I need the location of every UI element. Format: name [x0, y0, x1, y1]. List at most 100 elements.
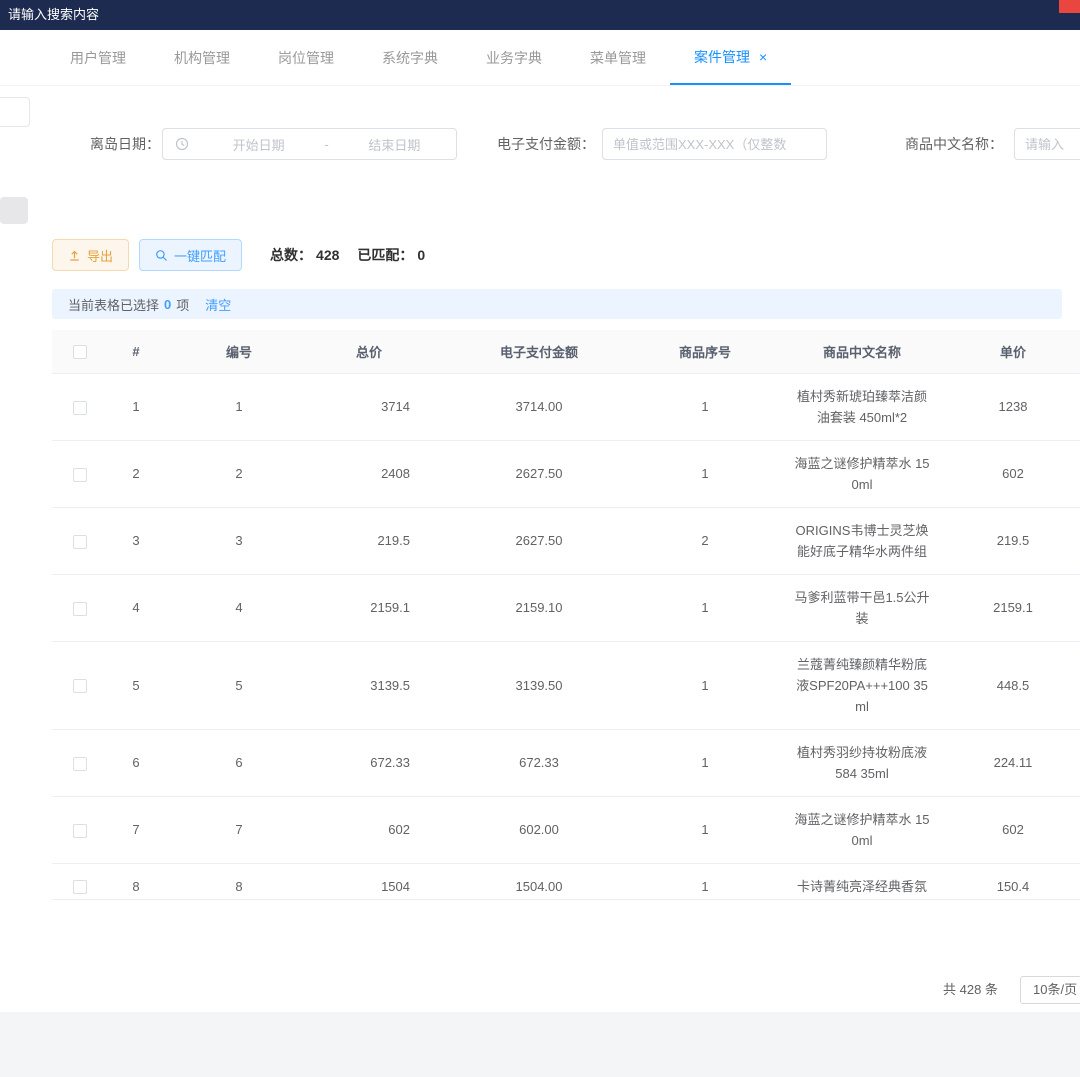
cell-index: 2 [108, 440, 164, 507]
cell-total-price: 3139.5 [314, 641, 424, 729]
header-index: # [108, 330, 164, 373]
page-size-select[interactable]: 10条/页 [1020, 976, 1080, 1004]
table-header-row: # 编号 总价 电子支付金额 商品序号 商品中文名称 单价 [52, 330, 1080, 373]
row-checkbox[interactable] [73, 757, 87, 771]
matched-value: 0 [417, 247, 425, 263]
cell-total-price: 2159.1 [314, 574, 424, 641]
cell-unit-price: 602 [968, 796, 1080, 863]
row-checkbox[interactable] [73, 880, 87, 894]
tab-item[interactable]: 岗位管理 [254, 30, 358, 85]
filter-amount-label: 电子支付金额： [497, 128, 595, 160]
cell-total-price: 3714 [314, 373, 424, 440]
cell-product-seq: 1 [654, 641, 756, 729]
cell-index: 4 [108, 574, 164, 641]
row-checkbox-cell [52, 440, 108, 507]
data-table: # 编号 总价 电子支付金额 商品序号 商品中文名称 单价 1 1 3714 3… [52, 330, 1080, 900]
product-name-input[interactable] [1014, 128, 1080, 160]
date-end-placeholder[interactable]: 结束日期 [333, 135, 456, 154]
table-row: 1 1 3714 3714.00 1 植村秀新琥珀臻萃洁颜油套装 450ml*2… [52, 373, 1080, 440]
row-checkbox[interactable] [73, 824, 87, 838]
select-all-checkbox[interactable] [73, 345, 87, 359]
tab-label: 菜单管理 [590, 48, 646, 68]
pagination-total-text: 共 428 条 [943, 974, 998, 1006]
tab-item[interactable]: 案件管理 × [670, 30, 791, 85]
toolbar: 导出 一键匹配 总数：428已匹配：0 [52, 239, 425, 271]
row-checkbox-cell [52, 641, 108, 729]
header-unit-price: 单价 [968, 330, 1080, 373]
cell-total-price: 602 [314, 796, 424, 863]
selection-bar: 当前表格已选择 0 项 清空 [52, 289, 1062, 319]
cell-product-seq: 1 [654, 796, 756, 863]
cell-unit-price: 150.4 [968, 863, 1080, 900]
tab-label: 岗位管理 [278, 48, 334, 68]
one-click-match-button[interactable]: 一键匹配 [139, 239, 242, 271]
tab-item[interactable]: 菜单管理 [566, 30, 670, 85]
cell-epay-amount: 2159.10 [424, 574, 654, 641]
selection-count: 0 [164, 297, 171, 312]
top-search-placeholder: 请输入搜索内容 [8, 0, 99, 30]
tab-item[interactable]: 机构管理 [150, 30, 254, 85]
cell-code: 7 [164, 796, 314, 863]
header-product-seq: 商品序号 [654, 330, 756, 373]
row-checkbox-cell [52, 574, 108, 641]
export-button-label: 导出 [87, 246, 113, 265]
tab-close-icon[interactable]: × [759, 49, 767, 65]
cell-epay-amount: 3714.00 [424, 373, 654, 440]
header-code: 编号 [164, 330, 314, 373]
cell-code: 5 [164, 641, 314, 729]
collapsed-panel-handle[interactable] [0, 97, 30, 127]
cell-unit-price: 224.11 [968, 729, 1080, 796]
filter-product-name-label: 商品中文名称： [905, 128, 1003, 160]
selection-prefix: 当前表格已选择 [68, 295, 159, 314]
cell-product-name: 马爹利蓝带干邑1.5公升装 [756, 574, 968, 641]
tab-item[interactable]: 系统字典 [358, 30, 462, 85]
cell-code: 8 [164, 863, 314, 900]
export-button[interactable]: 导出 [52, 239, 129, 271]
total-value: 428 [316, 247, 339, 263]
cell-product-seq: 1 [654, 373, 756, 440]
table-body: 1 1 3714 3714.00 1 植村秀新琥珀臻萃洁颜油套装 450ml*2… [52, 373, 1080, 900]
search-icon [155, 249, 168, 262]
date-start-placeholder[interactable]: 开始日期 [197, 135, 320, 154]
amount-input[interactable] [602, 128, 827, 160]
cell-total-price: 219.5 [314, 507, 424, 574]
tab-item[interactable]: 业务字典 [462, 30, 566, 85]
row-checkbox[interactable] [73, 535, 87, 549]
cell-code: 4 [164, 574, 314, 641]
clear-selection-link[interactable]: 清空 [205, 295, 231, 314]
left-scrollbar-thumb[interactable] [0, 197, 28, 224]
row-checkbox[interactable] [73, 602, 87, 616]
export-icon [68, 249, 81, 262]
cell-code: 3 [164, 507, 314, 574]
tab-label: 用户管理 [70, 48, 126, 68]
cell-code: 1 [164, 373, 314, 440]
matched-label: 已匹配： [357, 247, 413, 263]
date-range-picker[interactable]: 开始日期 - 结束日期 [162, 128, 457, 160]
cell-product-seq: 1 [654, 440, 756, 507]
tab-item[interactable]: 用户管理 [46, 30, 150, 85]
header-epay-amount: 电子支付金额 [424, 330, 654, 373]
filter-date-label: 离岛日期： [90, 128, 160, 160]
top-search-bar[interactable]: 请输入搜索内容 [0, 0, 1080, 30]
tab-label: 业务字典 [486, 48, 542, 68]
content-panel: 离岛日期： 开始日期 - 结束日期 电子支付金额： 商品中文名称： 导出 一键匹… [30, 86, 1080, 1012]
row-checkbox-cell [52, 796, 108, 863]
row-checkbox-cell [52, 373, 108, 440]
totals-text: 总数：428已匹配：0 [270, 245, 425, 265]
cell-unit-price: 2159.1 [968, 574, 1080, 641]
cell-index: 3 [108, 507, 164, 574]
header-checkbox-cell [52, 330, 108, 373]
table-row: 7 7 602 602.00 1 海蓝之谜修护精萃水 150ml 602 [52, 796, 1080, 863]
row-checkbox[interactable] [73, 468, 87, 482]
clock-icon [175, 137, 189, 151]
cell-product-name: 海蓝之谜修护精萃水 150ml [756, 440, 968, 507]
row-checkbox[interactable] [73, 679, 87, 693]
cell-unit-price: 602 [968, 440, 1080, 507]
cell-index: 1 [108, 373, 164, 440]
cell-total-price: 2408 [314, 440, 424, 507]
cell-product-seq: 2 [654, 507, 756, 574]
row-checkbox-cell [52, 507, 108, 574]
table-row: 3 3 219.5 2627.50 2 ORIGINS韦博士灵芝焕能好底子精华水… [52, 507, 1080, 574]
row-checkbox[interactable] [73, 401, 87, 415]
cell-code: 6 [164, 729, 314, 796]
